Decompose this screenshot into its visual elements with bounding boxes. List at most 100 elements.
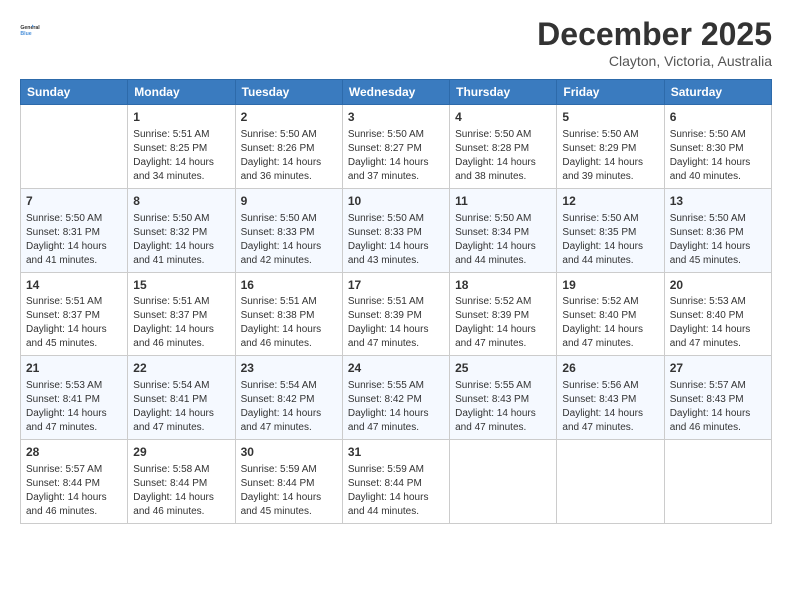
- day-info: Sunset: 8:26 PM: [241, 142, 337, 156]
- table-row: 21Sunrise: 5:53 AMSunset: 8:41 PMDayligh…: [21, 356, 128, 440]
- day-info: and 37 minutes.: [348, 170, 444, 184]
- logo-icon: General Blue: [20, 16, 48, 44]
- day-number: 6: [670, 109, 766, 126]
- day-info: Daylight: 14 hours: [26, 240, 122, 254]
- table-row: 22Sunrise: 5:54 AMSunset: 8:41 PMDayligh…: [128, 356, 235, 440]
- table-row: [557, 440, 664, 524]
- day-info: Daylight: 14 hours: [562, 156, 658, 170]
- day-info: Sunrise: 5:51 AM: [348, 295, 444, 309]
- table-row: 12Sunrise: 5:50 AMSunset: 8:35 PMDayligh…: [557, 188, 664, 272]
- table-row: 4Sunrise: 5:50 AMSunset: 8:28 PMDaylight…: [450, 105, 557, 189]
- day-info: Sunset: 8:32 PM: [133, 226, 229, 240]
- day-info: Sunset: 8:41 PM: [133, 393, 229, 407]
- day-info: Daylight: 14 hours: [670, 240, 766, 254]
- day-number: 20: [670, 277, 766, 294]
- day-info: Sunrise: 5:59 AM: [241, 463, 337, 477]
- day-info: Sunrise: 5:50 AM: [348, 212, 444, 226]
- day-info: and 42 minutes.: [241, 254, 337, 268]
- day-info: Daylight: 14 hours: [133, 240, 229, 254]
- day-number: 15: [133, 277, 229, 294]
- table-row: 2Sunrise: 5:50 AMSunset: 8:26 PMDaylight…: [235, 105, 342, 189]
- day-info: Daylight: 14 hours: [562, 240, 658, 254]
- day-info: and 47 minutes.: [562, 421, 658, 435]
- day-number: 25: [455, 360, 551, 377]
- day-number: 23: [241, 360, 337, 377]
- day-info: Daylight: 14 hours: [562, 407, 658, 421]
- day-info: Sunrise: 5:50 AM: [348, 128, 444, 142]
- day-number: 11: [455, 193, 551, 210]
- day-info: Daylight: 14 hours: [133, 407, 229, 421]
- calendar-week-row: 21Sunrise: 5:53 AMSunset: 8:41 PMDayligh…: [21, 356, 772, 440]
- day-info: Daylight: 14 hours: [26, 407, 122, 421]
- day-info: Daylight: 14 hours: [26, 491, 122, 505]
- day-info: Sunrise: 5:50 AM: [133, 212, 229, 226]
- svg-text:General: General: [20, 25, 40, 31]
- day-info: and 44 minutes.: [562, 254, 658, 268]
- day-number: 14: [26, 277, 122, 294]
- day-number: 28: [26, 444, 122, 461]
- header-thursday: Thursday: [450, 80, 557, 105]
- day-info: Sunset: 8:44 PM: [348, 477, 444, 491]
- day-info: Sunrise: 5:54 AM: [133, 379, 229, 393]
- table-row: 5Sunrise: 5:50 AMSunset: 8:29 PMDaylight…: [557, 105, 664, 189]
- day-info: Sunrise: 5:51 AM: [133, 128, 229, 142]
- day-info: Daylight: 14 hours: [133, 491, 229, 505]
- day-number: 3: [348, 109, 444, 126]
- day-number: 5: [562, 109, 658, 126]
- day-info: Daylight: 14 hours: [455, 323, 551, 337]
- day-info: Daylight: 14 hours: [348, 240, 444, 254]
- day-info: Sunrise: 5:51 AM: [241, 295, 337, 309]
- day-info: Sunrise: 5:52 AM: [562, 295, 658, 309]
- day-info: Sunset: 8:36 PM: [670, 226, 766, 240]
- day-info: and 47 minutes.: [455, 421, 551, 435]
- day-info: and 34 minutes.: [133, 170, 229, 184]
- calendar-week-row: 1Sunrise: 5:51 AMSunset: 8:25 PMDaylight…: [21, 105, 772, 189]
- day-info: and 46 minutes.: [241, 337, 337, 351]
- day-info: Sunset: 8:33 PM: [241, 226, 337, 240]
- day-info: Sunset: 8:40 PM: [670, 309, 766, 323]
- table-row: 10Sunrise: 5:50 AMSunset: 8:33 PMDayligh…: [342, 188, 449, 272]
- table-row: 19Sunrise: 5:52 AMSunset: 8:40 PMDayligh…: [557, 272, 664, 356]
- day-info: Daylight: 14 hours: [241, 240, 337, 254]
- day-info: Sunset: 8:37 PM: [133, 309, 229, 323]
- day-number: 21: [26, 360, 122, 377]
- day-number: 27: [670, 360, 766, 377]
- day-info: Sunrise: 5:57 AM: [670, 379, 766, 393]
- day-info: Daylight: 14 hours: [455, 240, 551, 254]
- day-info: Daylight: 14 hours: [562, 323, 658, 337]
- table-row: 1Sunrise: 5:51 AMSunset: 8:25 PMDaylight…: [128, 105, 235, 189]
- day-info: Sunset: 8:29 PM: [562, 142, 658, 156]
- day-info: Sunset: 8:30 PM: [670, 142, 766, 156]
- table-row: 3Sunrise: 5:50 AMSunset: 8:27 PMDaylight…: [342, 105, 449, 189]
- day-number: 19: [562, 277, 658, 294]
- day-info: Sunrise: 5:54 AM: [241, 379, 337, 393]
- table-row: 30Sunrise: 5:59 AMSunset: 8:44 PMDayligh…: [235, 440, 342, 524]
- day-info: Daylight: 14 hours: [348, 323, 444, 337]
- day-info: Sunset: 8:44 PM: [241, 477, 337, 491]
- day-number: 13: [670, 193, 766, 210]
- day-info: Sunset: 8:39 PM: [455, 309, 551, 323]
- day-number: 4: [455, 109, 551, 126]
- calendar-page: General Blue General Blue December 2025 …: [0, 0, 792, 612]
- day-number: 16: [241, 277, 337, 294]
- table-row: 20Sunrise: 5:53 AMSunset: 8:40 PMDayligh…: [664, 272, 771, 356]
- day-info: Daylight: 14 hours: [455, 156, 551, 170]
- day-info: and 44 minutes.: [348, 505, 444, 519]
- table-row: 15Sunrise: 5:51 AMSunset: 8:37 PMDayligh…: [128, 272, 235, 356]
- day-info: Sunrise: 5:50 AM: [26, 212, 122, 226]
- day-info: and 46 minutes.: [133, 505, 229, 519]
- day-info: Daylight: 14 hours: [670, 156, 766, 170]
- month-title: December 2025: [537, 16, 772, 53]
- day-number: 12: [562, 193, 658, 210]
- day-info: Sunset: 8:28 PM: [455, 142, 551, 156]
- table-row: 9Sunrise: 5:50 AMSunset: 8:33 PMDaylight…: [235, 188, 342, 272]
- day-info: Daylight: 14 hours: [241, 156, 337, 170]
- day-info: Sunrise: 5:50 AM: [562, 212, 658, 226]
- header-saturday: Saturday: [664, 80, 771, 105]
- day-info: Daylight: 14 hours: [133, 156, 229, 170]
- day-number: 17: [348, 277, 444, 294]
- day-info: and 45 minutes.: [670, 254, 766, 268]
- table-row: 23Sunrise: 5:54 AMSunset: 8:42 PMDayligh…: [235, 356, 342, 440]
- day-info: Sunrise: 5:55 AM: [348, 379, 444, 393]
- day-info: Sunrise: 5:50 AM: [455, 212, 551, 226]
